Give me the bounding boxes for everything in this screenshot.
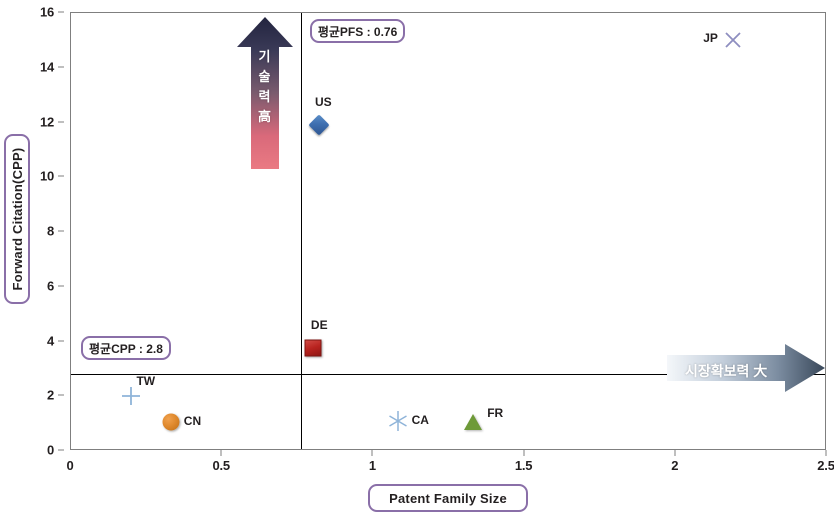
plot-area: 기술력高 시장확보력 大 평균PFS : 0.76 평균CPP : 2.8 JP… <box>70 12 826 450</box>
data-point-label-ca: CA <box>411 412 429 427</box>
market-power-arrow: 시장확보력 大 <box>667 344 825 397</box>
y-tick-label: 10 <box>39 168 54 184</box>
x-tick-mark <box>371 450 373 456</box>
y-tick-label: 0 <box>46 442 54 458</box>
data-point-cn[interactable] <box>162 413 180 431</box>
avg-pfs-callout: 평균PFS : 0.76 <box>309 19 406 43</box>
y-tick-mark <box>58 11 64 13</box>
asterisk-marker-icon <box>388 410 407 431</box>
data-point-label-tw: TW <box>136 374 156 389</box>
y-tick-mark <box>58 175 64 177</box>
y-tick-label: 16 <box>39 4 54 20</box>
x-tick-label: 1.5 <box>514 458 533 473</box>
x-tick-label: 0 <box>66 458 74 473</box>
y-tick-mark <box>58 394 64 396</box>
y-tick-label: 2 <box>46 387 54 403</box>
y-tick-mark <box>58 340 64 341</box>
x-tick-label: 2 <box>671 458 679 473</box>
data-point-us[interactable] <box>308 114 330 136</box>
y-axis-ticks: 0 2 4 6 8 10 12 14 16 <box>0 0 64 462</box>
y-tick-mark <box>58 449 64 451</box>
data-point-label-jp: JP <box>703 31 718 46</box>
y-tick-label: 12 <box>39 114 54 129</box>
y-tick-mark <box>58 285 64 287</box>
x-tick-mark <box>220 450 222 456</box>
y-tick-label: 6 <box>46 278 54 294</box>
x-tick-label: 1 <box>368 458 376 473</box>
y-tick-label: 8 <box>46 223 54 239</box>
y-tick-mark <box>58 121 64 122</box>
data-point-de[interactable] <box>304 339 322 357</box>
y-tick-mark <box>58 230 64 232</box>
data-point-fr[interactable] <box>464 414 483 431</box>
y-tick-label: 14 <box>39 59 54 75</box>
x-cross-marker-icon <box>725 32 741 49</box>
x-tick-mark <box>674 450 676 456</box>
y-tick-mark <box>58 66 64 68</box>
x-tick-label: 2.5 <box>817 458 834 473</box>
technology-level-arrow: 기술력高 <box>236 17 293 174</box>
scatter-chart: Forward Citation(CPP) 0 2 4 6 8 10 12 14 16 <box>0 0 834 519</box>
arrow-up-icon <box>236 17 293 169</box>
reference-line-pfs <box>300 13 302 449</box>
x-tick-mark <box>523 450 525 456</box>
avg-cpp-callout: 평균CPP : 2.8 <box>81 336 171 361</box>
x-axis-title: Patent Family Size <box>368 484 528 512</box>
x-axis-ticks: 0 0.5 1 1.5 2 2.5 <box>66 450 834 480</box>
data-point-label-cn: CN <box>183 414 202 429</box>
arrow-right-icon <box>667 344 825 393</box>
x-tick-label: 0.5 <box>212 458 230 473</box>
data-point-label-us: US <box>314 95 332 110</box>
y-tick-label: 4 <box>46 333 54 348</box>
x-tick-mark <box>825 450 827 456</box>
data-point-label-de: DE <box>310 318 328 333</box>
data-point-label-fr: FR <box>487 406 504 421</box>
data-point-jp[interactable] <box>721 28 745 52</box>
data-point-ca[interactable] <box>386 409 410 433</box>
